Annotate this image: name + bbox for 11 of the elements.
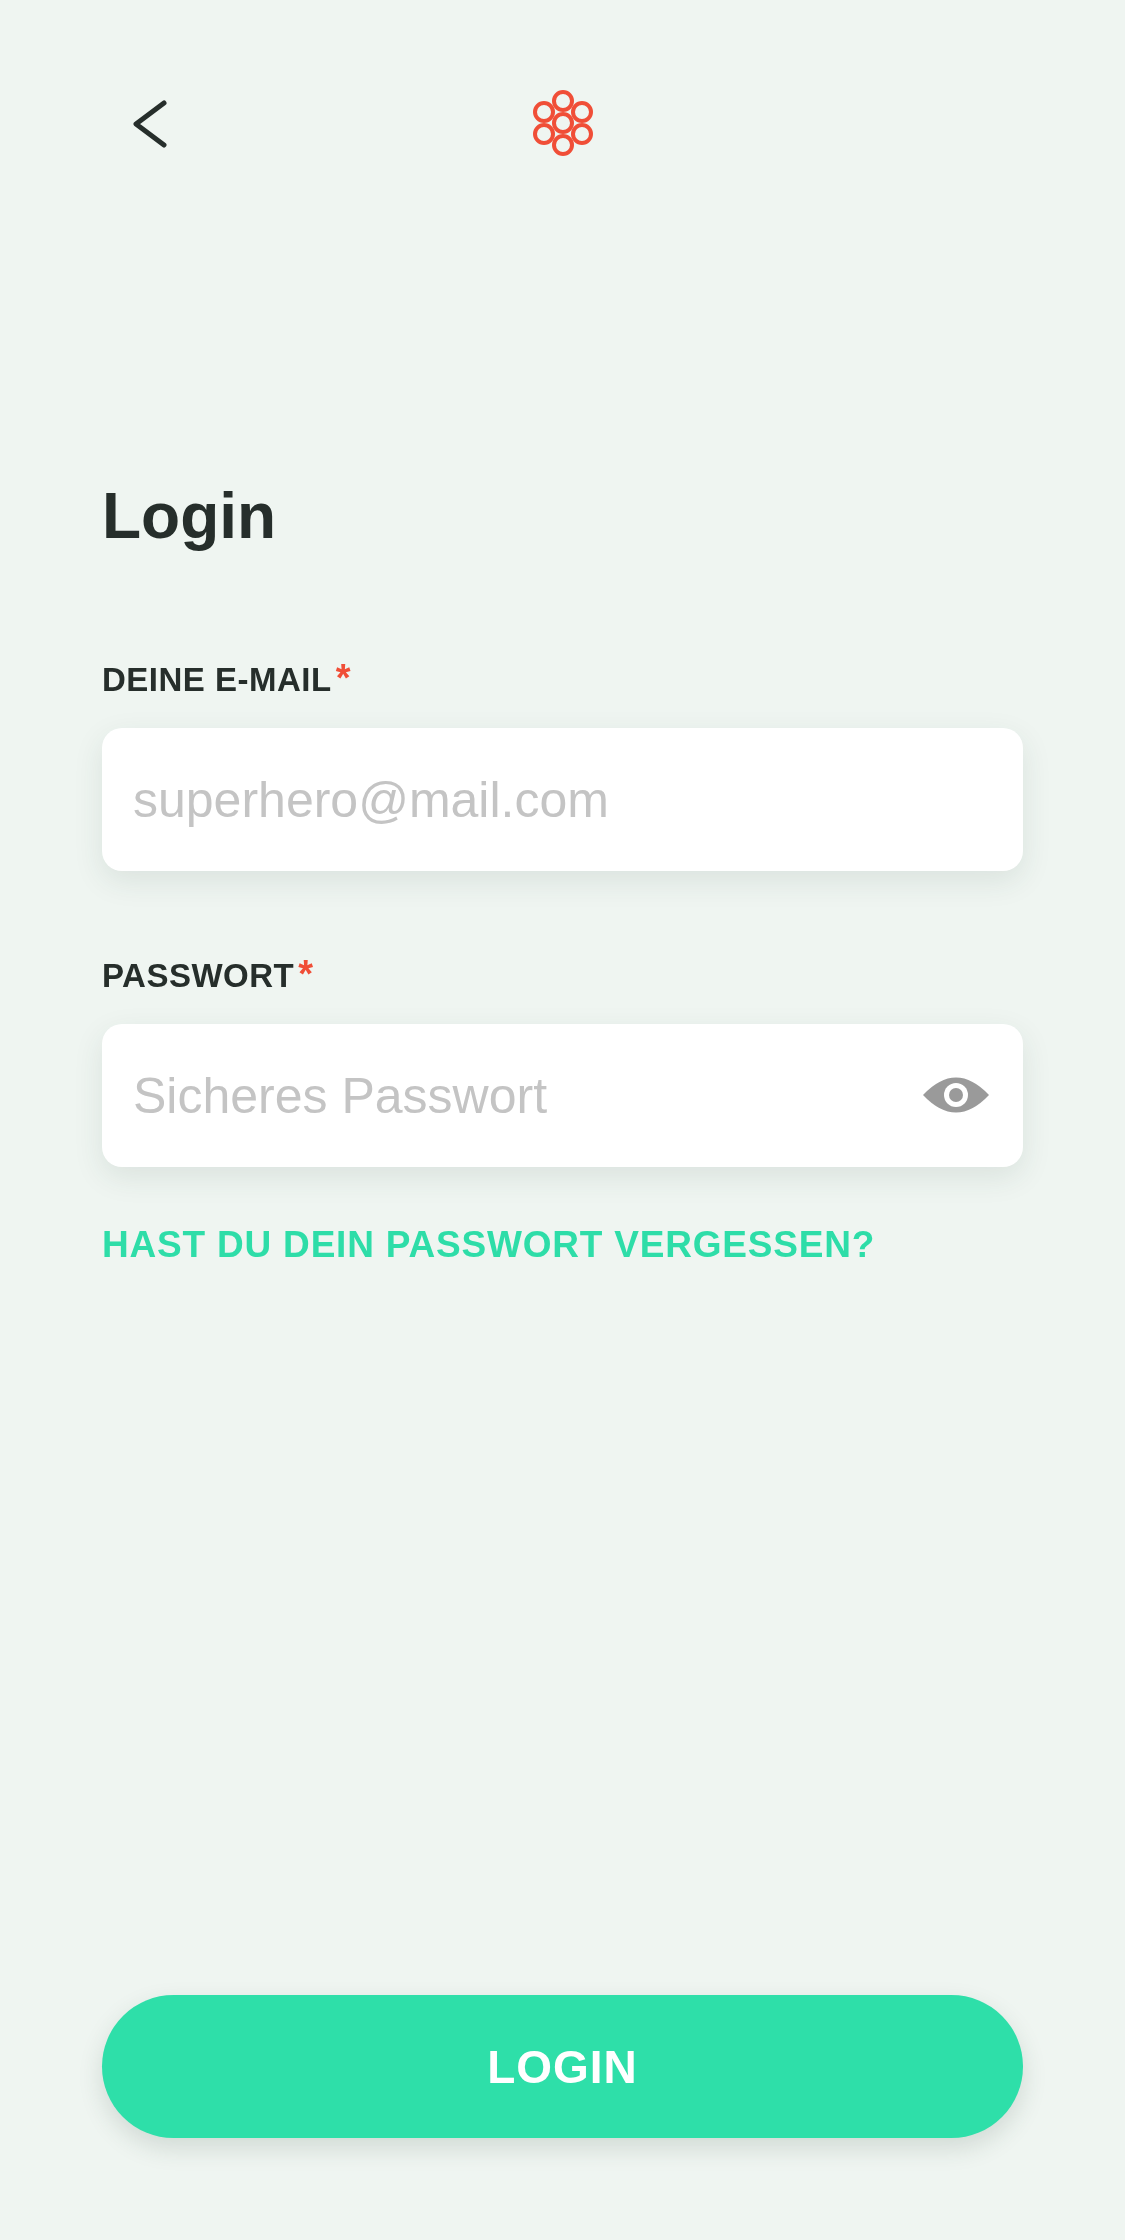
forgot-password-link[interactable]: HAST DU DEIN PASSWORT VERGESSEN? (102, 1224, 876, 1265)
login-button[interactable]: LOGIN (102, 1995, 1023, 2138)
input-field[interactable]: superhero@mail.com (102, 728, 1023, 871)
back-icon (130, 99, 170, 149)
input-field[interactable]: Sicheres Passwort (102, 1024, 1023, 1167)
required-mark: * (335, 662, 351, 694)
field-label: DEINE E-MAIL (102, 662, 332, 698)
back-button[interactable] (130, 99, 170, 149)
page-title: Login (102, 479, 277, 554)
required-mark: * (298, 958, 314, 990)
field-label: PASSWORT (102, 958, 295, 994)
